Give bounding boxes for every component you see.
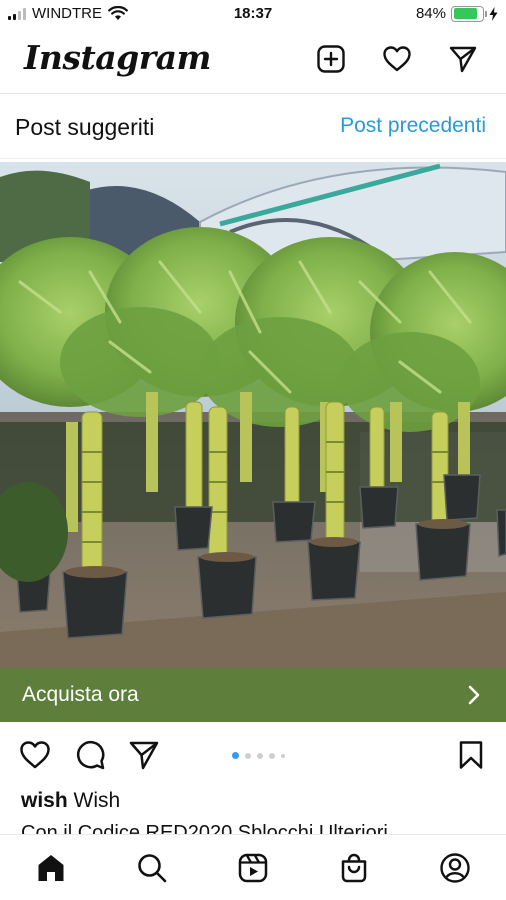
- carousel-dot: [281, 753, 285, 758]
- username[interactable]: wish: [21, 789, 68, 812]
- display-name: Wish: [73, 789, 121, 812]
- carousel-dot: [257, 752, 263, 759]
- save-icon: [459, 741, 483, 769]
- shop-icon: [341, 853, 367, 883]
- nav-profile[interactable]: [438, 851, 472, 885]
- post-photo: [0, 162, 506, 668]
- like-icon: [20, 741, 50, 769]
- carousel-dot: [269, 752, 275, 759]
- status-right: 84%: [416, 5, 498, 22]
- battery-percent: 84%: [415, 5, 446, 22]
- chevron-right-icon: [468, 685, 480, 705]
- nav-search[interactable]: [135, 851, 169, 885]
- bottom-nav: [0, 834, 506, 900]
- carousel-dot-active: [232, 752, 239, 759]
- share-icon: [129, 741, 159, 770]
- save-button[interactable]: [453, 737, 489, 773]
- heart-icon: [383, 46, 411, 72]
- like-button[interactable]: [17, 737, 53, 773]
- direct-button[interactable]: [446, 42, 480, 76]
- home-icon: [38, 855, 64, 881]
- carousel-indicator: [232, 752, 285, 759]
- charging-icon: [489, 6, 498, 21]
- suggested-posts-row: Post suggeriti Post precedenti: [0, 95, 506, 159]
- previous-posts-link[interactable]: Post precedenti: [340, 114, 486, 138]
- caption-author[interactable]: wish Wish: [21, 789, 120, 813]
- carousel-dot: [245, 752, 251, 759]
- shop-now-bar[interactable]: Acquista ora: [0, 668, 506, 722]
- instagram-logo[interactable]: Instagram: [24, 38, 211, 77]
- comment-button[interactable]: [72, 737, 108, 773]
- share-button[interactable]: [126, 737, 162, 773]
- comment-icon: [76, 740, 105, 770]
- post-actions: [0, 722, 506, 788]
- reels-icon: [238, 853, 268, 883]
- battery-level: [453, 8, 478, 19]
- post-image[interactable]: [0, 162, 506, 668]
- shop-now-label: Acquista ora: [22, 683, 139, 706]
- battery-icon: [451, 5, 487, 22]
- activity-button[interactable]: [380, 42, 414, 76]
- caption-text: Con il Codice RED2020 Sblocchi Ulteriori: [21, 822, 388, 834]
- suggested-title: Post suggeriti: [15, 114, 155, 140]
- search-icon: [138, 854, 167, 883]
- new-post-button[interactable]: [314, 42, 348, 76]
- profile-icon: [440, 853, 470, 883]
- nav-shop[interactable]: [337, 851, 371, 885]
- status-bar: WINDTRE 18:37 84%: [0, 0, 506, 30]
- nav-reels[interactable]: [236, 851, 270, 885]
- new-post-icon: [317, 45, 345, 73]
- nav-home[interactable]: [34, 851, 68, 885]
- direct-icon: [449, 46, 477, 73]
- app-header: Instagram: [0, 30, 506, 94]
